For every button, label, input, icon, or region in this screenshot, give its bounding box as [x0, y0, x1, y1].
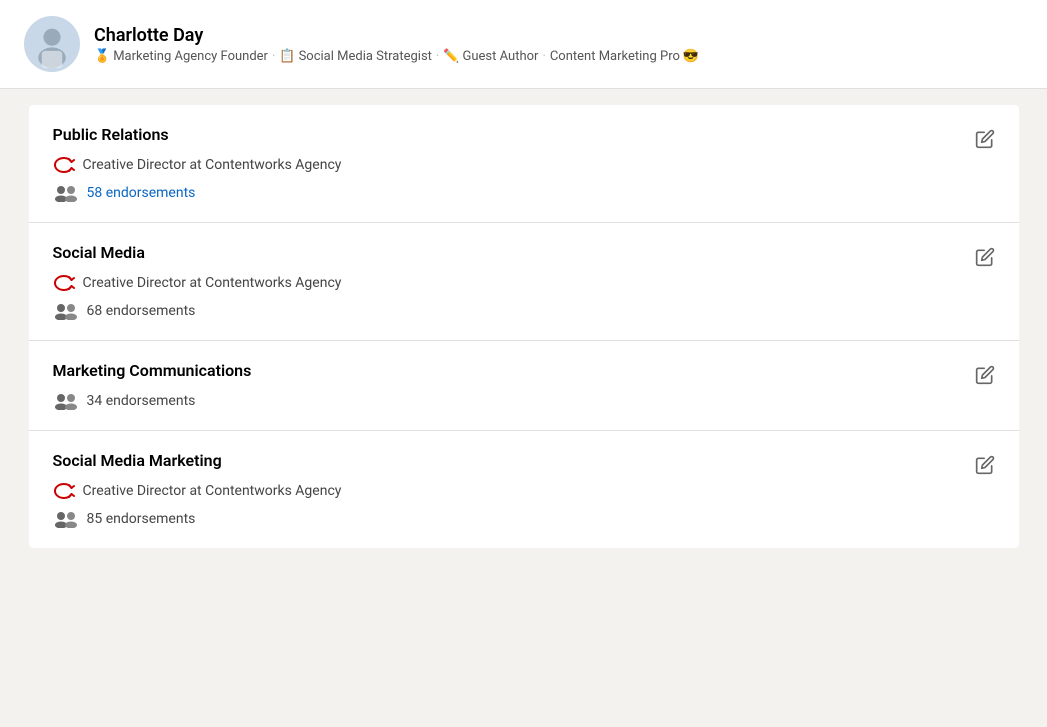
company-label-4: Creative Director at Contentworks Agency	[83, 483, 342, 499]
sunglasses-icon: 😎	[683, 49, 699, 64]
skill-title-marketing-communications: Marketing Communications	[53, 361, 995, 380]
endorsements-count-4: 85 endorsements	[87, 511, 196, 527]
endorsement-arrow-icon-2	[53, 274, 75, 292]
skills-card: Public Relations Creative Director at Co…	[29, 105, 1019, 548]
edit-public-relations-button[interactable]	[971, 125, 999, 156]
subtitle-part-4: Content Marketing Pro 😎	[550, 49, 699, 64]
endorsement-arrow-icon-1	[53, 156, 75, 174]
skill-title-social-media-marketing: Social Media Marketing	[53, 451, 995, 470]
skill-section-marketing-communications: Marketing Communications 34 endorsements	[29, 341, 1019, 431]
endorsement-arrow-icon-4	[53, 482, 75, 500]
endorsements-row-1: 58 endorsements	[53, 184, 995, 202]
medal-icon: 🏅	[94, 49, 110, 64]
skill-title-public-relations: Public Relations	[53, 125, 995, 144]
skill-meta-social-media-marketing: Creative Director at Contentworks Agency	[53, 482, 995, 500]
edit-marketing-communications-button[interactable]	[971, 361, 999, 392]
skill-section-public-relations: Public Relations Creative Director at Co…	[29, 105, 1019, 223]
subtitle-separator-2: ·	[436, 49, 439, 64]
edit-social-media-button[interactable]	[971, 243, 999, 274]
subtitle-part-3: ✏️ Guest Author	[443, 49, 538, 64]
profile-subtitle: 🏅 Marketing Agency Founder · 📋 Social Me…	[94, 49, 699, 64]
profile-info: Charlotte Day 🏅 Marketing Agency Founder…	[94, 24, 699, 64]
content-pro-label: Content Marketing Pro	[550, 49, 680, 64]
endorsements-link-1[interactable]: 58 endorsements	[87, 185, 196, 201]
endorsements-row-2: 68 endorsements	[53, 302, 995, 320]
subtitle-part-2: 📋 Social Media Strategist	[279, 49, 432, 64]
subtitle-part-1: 🏅 Marketing Agency Founder	[94, 49, 268, 64]
skill-title-social-media: Social Media	[53, 243, 995, 262]
company-label-1: Creative Director at Contentworks Agency	[83, 157, 342, 173]
skill-meta-social-media: Creative Director at Contentworks Agency	[53, 274, 995, 292]
pen-icon: ✏️	[443, 49, 459, 64]
profile-header: Charlotte Day 🏅 Marketing Agency Founder…	[0, 0, 1047, 89]
main-content: Public Relations Creative Director at Co…	[0, 89, 1047, 564]
skill-section-social-media: Social Media Creative Director at Conten…	[29, 223, 1019, 341]
people-icon-1	[53, 184, 79, 202]
endorsements-count-3: 34 endorsements	[87, 393, 196, 409]
skill-section-social-media-marketing: Social Media Marketing Creative Director…	[29, 431, 1019, 548]
subtitle-separator-3: ·	[542, 49, 545, 64]
profile-name: Charlotte Day	[94, 24, 699, 47]
people-icon-3	[53, 392, 79, 410]
endorsements-row-4: 85 endorsements	[53, 510, 995, 528]
people-icon-2	[53, 302, 79, 320]
clipboard-icon: 📋	[279, 49, 295, 64]
people-icon-4	[53, 510, 79, 528]
edit-social-media-marketing-button[interactable]	[971, 451, 999, 482]
endorsements-count-2: 68 endorsements	[87, 303, 196, 319]
subtitle-separator-1: ·	[272, 49, 275, 64]
endorsements-row-3: 34 endorsements	[53, 392, 995, 410]
company-label-2: Creative Director at Contentworks Agency	[83, 275, 342, 291]
avatar	[24, 16, 80, 72]
skill-meta-public-relations: Creative Director at Contentworks Agency	[53, 156, 995, 174]
